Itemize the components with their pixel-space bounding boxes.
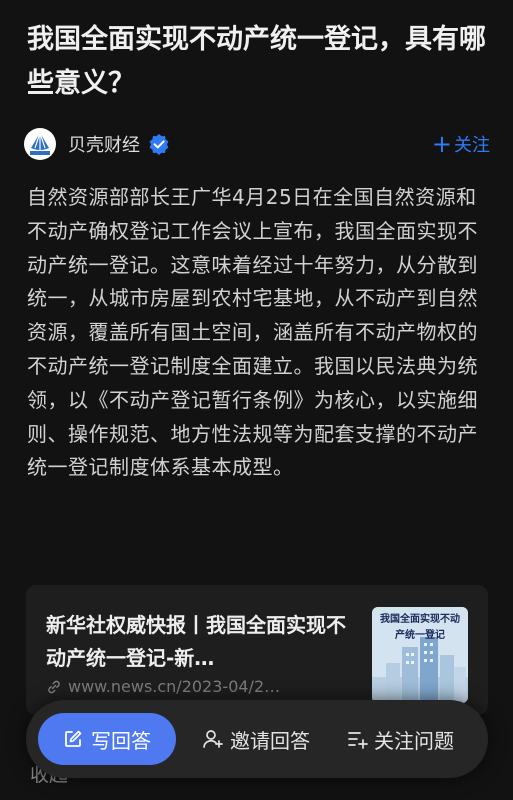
plus-icon: + [431,130,452,158]
bottom-action-bar: 写回答 邀请回答 关注问题 [26,700,488,778]
follow-list-icon [348,732,368,749]
follow-label: 关注 [454,135,490,156]
link-card-title: 新华社权威快报丨我国全面实现不动产统一登记-新… [46,613,346,670]
follow-question-label: 关注问题 [374,728,454,753]
link-card-url-text: www.news.cn/2023-04/2… [68,677,281,696]
author-row: 贝壳财经 + 关注 [24,126,490,162]
verified-badge-icon [149,134,169,155]
edit-icon [65,730,82,747]
write-answer-label: 写回答 [91,728,151,753]
follow-author-button[interactable]: + 关注 [432,131,490,157]
thumbnail-caption: 我国全面实现不动产统一登记 [380,614,460,641]
link-card[interactable]: 新华社权威快报丨我国全面实现不动产统一登记-新… www.news.cn/202… [26,585,488,715]
author-name[interactable]: 贝壳财经 [68,131,140,157]
shell-logo-icon [30,132,50,155]
answer-body: 自然资源部部长王广华4月25日在全国自然资源和不动产确权登记工作会议上宣布，我国… [27,185,478,480]
write-answer-button[interactable]: 写回答 [38,713,176,765]
question-title: 我国全面实现不动产统一登记，具有哪些意义？ [27,24,486,99]
invite-answer-label: 邀请回答 [230,728,310,753]
author-avatar[interactable] [24,128,56,160]
link-icon [46,679,62,695]
invite-user-icon [203,730,223,748]
link-card-thumbnail: 我国全面实现不动产统一登记 [372,607,468,703]
link-card-url: www.news.cn/2023-04/2… [46,677,356,696]
invite-answer-button[interactable]: 邀请回答 [202,725,310,754]
follow-question-button[interactable]: 关注问题 [346,725,454,754]
